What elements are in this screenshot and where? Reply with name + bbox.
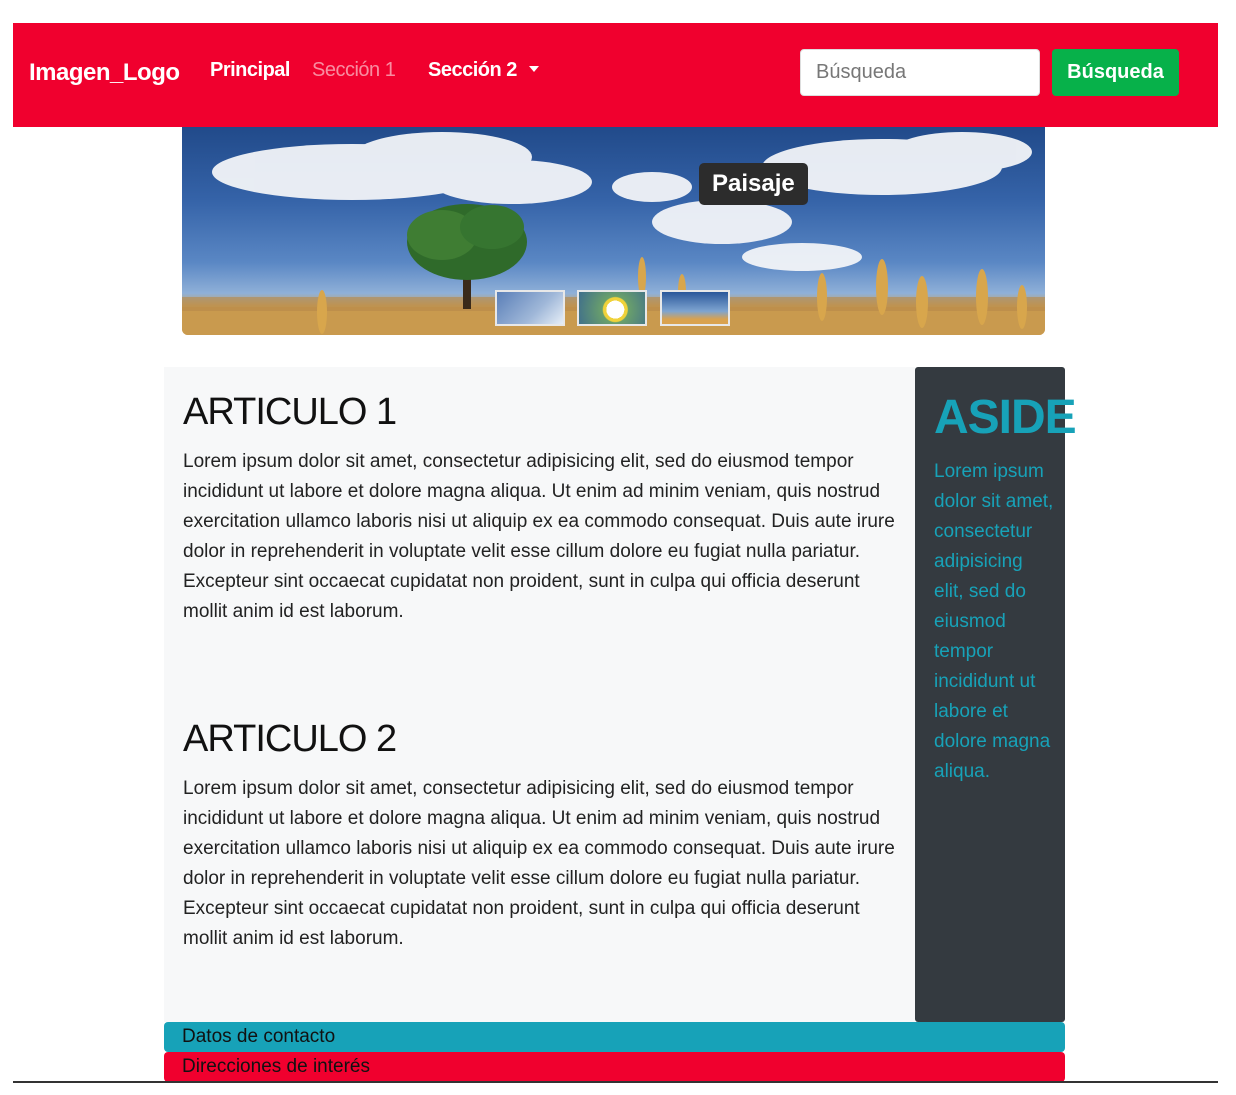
search-input[interactable] [800, 49, 1040, 96]
carousel-thumbnail-3[interactable] [660, 290, 730, 326]
footer-contact: Datos de contacto [164, 1022, 1065, 1052]
image-carousel: Paisaje [182, 127, 1045, 335]
caret-down-icon [528, 66, 539, 72]
aside-body: Lorem ipsum dolor sit amet, consectetur … [934, 461, 1054, 782]
article-body: Lorem ipsum dolor sit amet, consectetur … [183, 778, 895, 949]
nav-dropdown-label: Sección 2 [428, 59, 517, 81]
bottom-divider [13, 1081, 1218, 1083]
article-title: ARTICULO 2 [183, 718, 397, 760]
navbar: Imagen_Logo Principal Sección 1 Sección … [13, 23, 1218, 127]
nav-link-principal[interactable]: Principal [210, 59, 290, 82]
article-body: Lorem ipsum dolor sit amet, consectetur … [183, 451, 895, 622]
brand-logo[interactable]: Imagen_Logo [29, 59, 180, 87]
footer-links-label: Direcciones de interés [182, 1056, 370, 1077]
main-content: ARTICULO 1 Lorem ipsum dolor sit amet, c… [164, 367, 1077, 1022]
nav-link-seccion-1[interactable]: Sección 1 [312, 59, 396, 82]
aside-panel: ASIDE Lorem ipsum dolor sit amet, consec… [915, 367, 1077, 1022]
carousel-thumbnail-1[interactable] [495, 290, 565, 326]
article-1: ARTICULO 1 Lorem ipsum dolor sit amet, c… [183, 389, 895, 627]
article-title: ARTICULO 1 [183, 391, 397, 433]
footer-links: Direcciones de interés [164, 1052, 1065, 1082]
aside-title: ASIDE [934, 391, 1077, 444]
carousel-caption: Paisaje [699, 163, 808, 205]
carousel-thumbnail-2[interactable] [577, 290, 647, 326]
footer-contact-label: Datos de contacto [182, 1026, 336, 1047]
search-button[interactable]: Búsqueda [1052, 49, 1179, 96]
articles-section: ARTICULO 1 Lorem ipsum dolor sit amet, c… [164, 367, 915, 1022]
article-2: ARTICULO 2 Lorem ipsum dolor sit amet, c… [183, 716, 895, 954]
nav-dropdown-seccion-2[interactable]: Sección 2 [428, 59, 539, 82]
